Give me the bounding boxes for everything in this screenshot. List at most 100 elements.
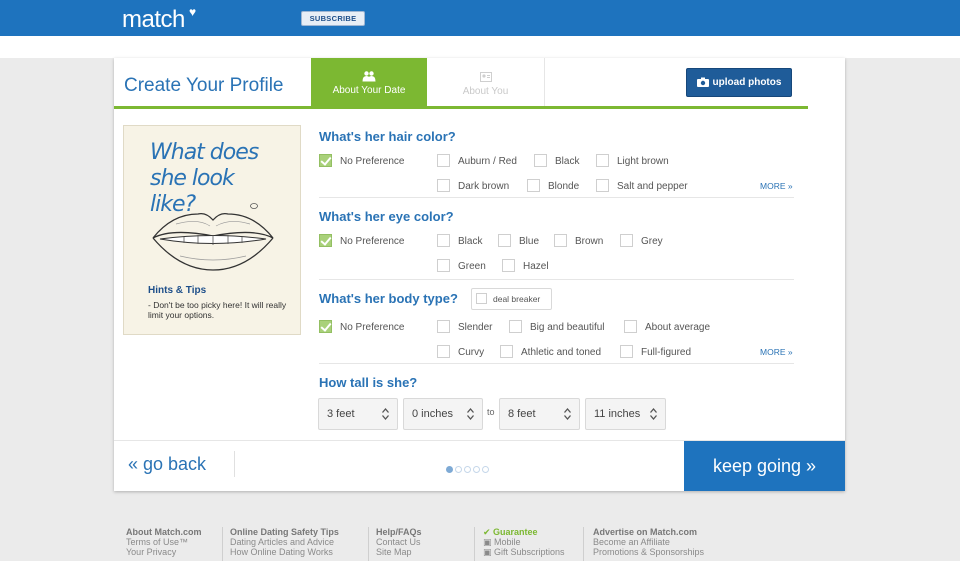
- to-feet-select[interactable]: 8 feet: [499, 398, 580, 430]
- footer-header[interactable]: About Match.com: [126, 527, 202, 537]
- camera-icon: [696, 77, 709, 87]
- tab-about-your-date[interactable]: About Your Date: [311, 58, 427, 108]
- eye-option-blue[interactable]: Blue: [498, 234, 539, 247]
- checkbox[interactable]: [437, 320, 450, 333]
- checkbox[interactable]: [624, 320, 637, 333]
- select-arrows-icon: [564, 408, 571, 420]
- eye-option-no-preference[interactable]: No Preference: [319, 234, 404, 247]
- checkbox[interactable]: [620, 234, 633, 247]
- select-arrows-icon: [382, 408, 389, 420]
- checkbox[interactable]: [527, 179, 540, 192]
- checkbox[interactable]: [534, 154, 547, 167]
- upload-photos-button[interactable]: upload photos: [686, 68, 792, 97]
- hair-option-auburn-red[interactable]: Auburn / Red: [437, 154, 517, 167]
- body-option-big-and-beautiful[interactable]: Big and beautiful: [509, 320, 605, 333]
- tab-about-you[interactable]: About You: [427, 58, 545, 108]
- body-option-slender[interactable]: Slender: [437, 320, 492, 333]
- hair-option-light-brown[interactable]: Light brown: [596, 154, 669, 167]
- body-option-full-figured[interactable]: Full-figured: [620, 345, 691, 358]
- body-option-curvy[interactable]: Curvy: [437, 345, 484, 358]
- eye-option-brown[interactable]: Brown: [554, 234, 603, 247]
- footer-separator: [368, 527, 369, 561]
- checkbox[interactable]: [500, 345, 513, 358]
- footer-link[interactable]: Your Privacy: [126, 547, 202, 557]
- checkbox[interactable]: [502, 259, 515, 272]
- checkbox[interactable]: [509, 320, 522, 333]
- footer-separator: [474, 527, 475, 561]
- hint-text: - Don't be too picky here! It will reall…: [148, 300, 287, 320]
- footer-link[interactable]: Promotions & Sponsorships: [593, 547, 704, 557]
- footer-link[interactable]: Contact Us: [376, 537, 422, 547]
- to-inches-select[interactable]: 11 inches: [585, 398, 666, 430]
- footer-header[interactable]: Help/FAQs: [376, 527, 422, 537]
- gift-icon: ▣: [483, 547, 495, 557]
- footer-column-guarantee: ✔ Guarantee ▣ Mobile ▣ Gift Subscription…: [483, 527, 565, 557]
- tab-label: About You: [462, 86, 509, 97]
- height-title: How tall is she?: [319, 375, 418, 390]
- step-dot: [464, 466, 471, 473]
- checkbox[interactable]: [437, 345, 450, 358]
- eye-option-black[interactable]: Black: [437, 234, 482, 247]
- checkbox[interactable]: [437, 179, 450, 192]
- footer-link[interactable]: Site Map: [376, 547, 422, 557]
- footer-separator: [583, 527, 584, 561]
- step-dot: [473, 466, 480, 473]
- footer-link[interactable]: Dating Articles and Advice: [230, 537, 339, 547]
- hair-option-no-preference[interactable]: No Preference: [319, 154, 404, 167]
- section-divider: [319, 279, 794, 280]
- footer-header[interactable]: ✔ Guarantee: [483, 527, 565, 537]
- mobile-icon: ▣: [483, 537, 495, 547]
- footer-header[interactable]: Advertise on Match.com: [593, 527, 704, 537]
- deal-breaker-toggle[interactable]: deal breaker: [471, 288, 552, 310]
- checkbox-checked[interactable]: [319, 234, 332, 247]
- checkbox[interactable]: [437, 154, 450, 167]
- hair-option-black[interactable]: Black: [534, 154, 579, 167]
- go-back-link[interactable]: « go back: [128, 454, 206, 475]
- eye-option-grey[interactable]: Grey: [620, 234, 663, 247]
- eye-color-title: What's her eye color?: [319, 209, 454, 224]
- eye-option-green[interactable]: Green: [437, 259, 486, 272]
- section-divider: [319, 197, 794, 198]
- nav-separator: [234, 451, 235, 477]
- footer-column-about: About Match.com Terms of Use™ Your Priva…: [126, 527, 202, 557]
- from-feet-select[interactable]: 3 feet: [318, 398, 398, 430]
- checkbox[interactable]: [476, 293, 487, 304]
- tab-label: About Your Date: [332, 85, 406, 96]
- from-inches-select[interactable]: 0 inches: [403, 398, 483, 430]
- select-arrows-icon: [467, 408, 474, 420]
- checkbox[interactable]: [596, 154, 609, 167]
- top-nav-bar: match ♥ SUBSCRIBE: [0, 0, 960, 36]
- section-divider: [319, 363, 794, 364]
- body-option-about-average[interactable]: About average: [624, 320, 710, 333]
- checkbox[interactable]: [596, 179, 609, 192]
- subscribe-button[interactable]: SUBSCRIBE: [301, 11, 365, 26]
- id-card-icon: [479, 72, 492, 82]
- checkbox-checked[interactable]: [319, 154, 332, 167]
- hair-more-link[interactable]: MORE »: [760, 181, 793, 191]
- keep-going-button[interactable]: keep going »: [684, 441, 845, 491]
- lips-icon: [152, 203, 274, 271]
- footer-header[interactable]: Online Dating Safety Tips: [230, 527, 339, 537]
- hair-option-salt-and-pepper[interactable]: Salt and pepper: [596, 179, 688, 192]
- checkbox[interactable]: [620, 345, 633, 358]
- footer-link[interactable]: How Online Dating Works: [230, 547, 339, 557]
- footer-link[interactable]: Terms of Use™: [126, 537, 202, 547]
- hair-option-dark-brown[interactable]: Dark brown: [437, 179, 509, 192]
- header-strip: [0, 36, 960, 58]
- eye-option-hazel[interactable]: Hazel: [502, 259, 549, 272]
- body-option-athletic-and-toned[interactable]: Athletic and toned: [500, 345, 601, 358]
- body-more-link[interactable]: MORE »: [760, 347, 793, 357]
- match-logo[interactable]: match: [122, 6, 185, 34]
- footer-link[interactable]: ▣ Mobile: [483, 537, 565, 547]
- footer-link[interactable]: ▣ Gift Subscriptions: [483, 547, 565, 557]
- checkbox-checked[interactable]: [319, 320, 332, 333]
- checkbox[interactable]: [437, 234, 450, 247]
- hair-option-blonde[interactable]: Blonde: [527, 179, 579, 192]
- body-option-no-preference[interactable]: No Preference: [319, 320, 404, 333]
- checkbox[interactable]: [498, 234, 511, 247]
- checkbox[interactable]: [554, 234, 567, 247]
- hint-box: What does she look like? Hints & Tips - …: [123, 125, 301, 335]
- footer-link[interactable]: Become an Affiliate: [593, 537, 704, 547]
- checkbox[interactable]: [437, 259, 450, 272]
- couple-icon: [362, 71, 376, 82]
